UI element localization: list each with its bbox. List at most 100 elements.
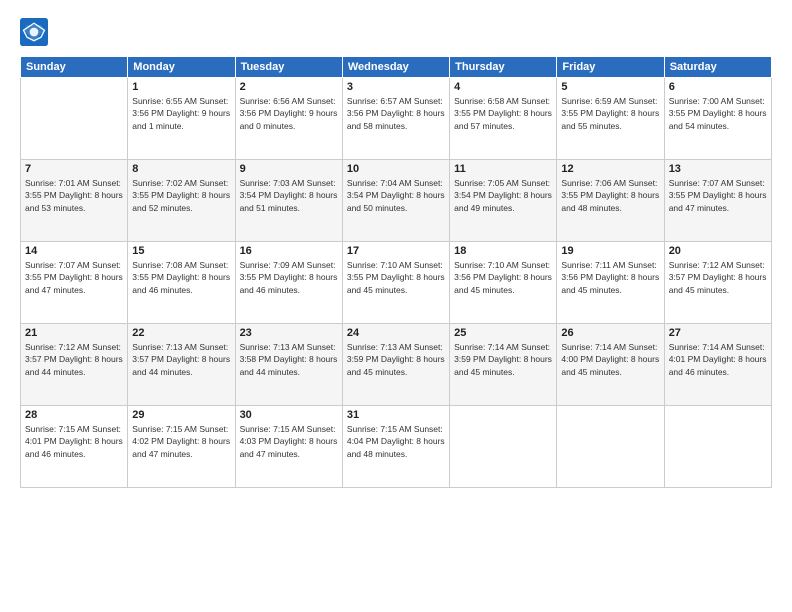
table-row: 4 Sunrise: 6:58 AM Sunset: 3:55 PM Daylig…	[450, 78, 557, 160]
day-info: Sunrise: 7:00 AM Sunset: 3:55 PM Dayligh…	[669, 95, 767, 132]
day-info: Sunrise: 7:02 AM Sunset: 3:55 PM Dayligh…	[132, 177, 230, 214]
day-info: Sunrise: 6:59 AM Sunset: 3:55 PM Dayligh…	[561, 95, 659, 132]
day-info: Sunrise: 7:11 AM Sunset: 3:56 PM Dayligh…	[561, 259, 659, 296]
table-row: 14Sunrise: 7:07 AM Sunset: 3:55 PM Dayli…	[21, 242, 128, 324]
header	[20, 18, 772, 46]
day-info: Sunrise: 7:14 AM Sunset: 4:01 PM Dayligh…	[669, 341, 767, 378]
day-number: 7	[25, 163, 123, 175]
day-info: Sunrise: 7:15 AM Sunset: 4:02 PM Dayligh…	[132, 423, 230, 460]
col-header-sunday: Sunday	[21, 57, 128, 78]
table-row: 9Sunrise: 7:03 AM Sunset: 3:54 PM Daylig…	[235, 160, 342, 242]
day-info: Sunrise: 7:10 AM Sunset: 3:55 PM Dayligh…	[347, 259, 445, 296]
table-row: 11 Sunrise: 7:05 AM Sunset: 3:54 PM Dayli…	[450, 160, 557, 242]
day-info: Sunrise: 6:57 AM Sunset: 3:56 PM Dayligh…	[347, 95, 445, 132]
table-row: 19 Sunrise: 7:11 AM Sunset: 3:56 PM Dayli…	[557, 242, 664, 324]
col-header-thursday: Thursday	[450, 57, 557, 78]
table-row: 31 Sunrise: 7:15 AM Sunset: 4:04 PM Dayli…	[342, 406, 449, 488]
table-row: 23 Sunrise: 7:13 AM Sunset: 3:58 PM Dayli…	[235, 324, 342, 406]
table-row: 15 Sunrise: 7:08 AM Sunset: 3:55 PM Dayli…	[128, 242, 235, 324]
table-row: 12 Sunrise: 7:06 AM Sunset: 3:55 PM Dayli…	[557, 160, 664, 242]
day-info: Sunrise: 7:06 AM Sunset: 3:55 PM Dayligh…	[561, 177, 659, 214]
day-info: Sunrise: 6:58 AM Sunset: 3:55 PM Dayligh…	[454, 95, 552, 132]
day-info: Sunrise: 7:12 AM Sunset: 3:57 PM Dayligh…	[669, 259, 767, 296]
day-info: Sunrise: 7:14 AM Sunset: 4:00 PM Dayligh…	[561, 341, 659, 378]
day-number: 13	[669, 163, 767, 175]
day-number: 23	[240, 327, 338, 339]
day-info: Sunrise: 6:56 AM Sunset: 3:56 PM Dayligh…	[240, 95, 338, 132]
day-number: 11	[454, 163, 552, 175]
day-number: 18	[454, 245, 552, 257]
day-info: Sunrise: 7:15 AM Sunset: 4:03 PM Dayligh…	[240, 423, 338, 460]
calendar-table: SundayMondayTuesdayWednesdayThursdayFrid…	[20, 56, 772, 488]
day-number: 31	[347, 409, 445, 421]
day-number: 24	[347, 327, 445, 339]
logo-icon	[20, 18, 48, 46]
table-row: 24 Sunrise: 7:13 AM Sunset: 3:59 PM Dayli…	[342, 324, 449, 406]
day-number: 15	[132, 245, 230, 257]
table-row: 18 Sunrise: 7:10 AM Sunset: 3:56 PM Dayli…	[450, 242, 557, 324]
table-row: 28Sunrise: 7:15 AM Sunset: 4:01 PM Dayli…	[21, 406, 128, 488]
table-row: 21Sunrise: 7:12 AM Sunset: 3:57 PM Dayli…	[21, 324, 128, 406]
table-row: 2 Sunrise: 6:56 AM Sunset: 3:56 PM Daylig…	[235, 78, 342, 160]
calendar-week-3: 14Sunrise: 7:07 AM Sunset: 3:55 PM Dayli…	[21, 242, 772, 324]
table-row: 26 Sunrise: 7:14 AM Sunset: 4:00 PM Dayli…	[557, 324, 664, 406]
day-number: 22	[132, 327, 230, 339]
day-number: 1	[132, 81, 230, 93]
day-info: Sunrise: 7:13 AM Sunset: 3:59 PM Dayligh…	[347, 341, 445, 378]
day-info: Sunrise: 7:07 AM Sunset: 3:55 PM Dayligh…	[669, 177, 767, 214]
calendar-header-row: SundayMondayTuesdayWednesdayThursdayFrid…	[21, 57, 772, 78]
day-number: 2	[240, 81, 338, 93]
day-info: Sunrise: 7:15 AM Sunset: 4:01 PM Dayligh…	[25, 423, 123, 460]
table-row: 10Sunrise: 7:04 AM Sunset: 3:54 PM Dayli…	[342, 160, 449, 242]
table-row	[664, 406, 771, 488]
day-number: 25	[454, 327, 552, 339]
day-number: 30	[240, 409, 338, 421]
table-row	[21, 78, 128, 160]
table-row: 27Sunrise: 7:14 AM Sunset: 4:01 PM Dayli…	[664, 324, 771, 406]
table-row: 7 Sunrise: 7:01 AM Sunset: 3:55 PM Daylig…	[21, 160, 128, 242]
day-info: Sunrise: 7:14 AM Sunset: 3:59 PM Dayligh…	[454, 341, 552, 378]
page: SundayMondayTuesdayWednesdayThursdayFrid…	[0, 0, 792, 612]
day-number: 26	[561, 327, 659, 339]
table-row: 17 Sunrise: 7:10 AM Sunset: 3:55 PM Dayli…	[342, 242, 449, 324]
day-info: Sunrise: 7:13 AM Sunset: 3:58 PM Dayligh…	[240, 341, 338, 378]
table-row: 16 Sunrise: 7:09 AM Sunset: 3:55 PM Dayli…	[235, 242, 342, 324]
table-row	[557, 406, 664, 488]
col-header-tuesday: Tuesday	[235, 57, 342, 78]
day-number: 6	[669, 81, 767, 93]
day-info: Sunrise: 7:15 AM Sunset: 4:04 PM Dayligh…	[347, 423, 445, 460]
logo	[20, 18, 52, 46]
col-header-saturday: Saturday	[664, 57, 771, 78]
day-info: Sunrise: 7:10 AM Sunset: 3:56 PM Dayligh…	[454, 259, 552, 296]
table-row: 30 Sunrise: 7:15 AM Sunset: 4:03 PM Dayli…	[235, 406, 342, 488]
day-number: 29	[132, 409, 230, 421]
table-row: 3 Sunrise: 6:57 AM Sunset: 3:56 PM Daylig…	[342, 78, 449, 160]
day-number: 17	[347, 245, 445, 257]
day-info: Sunrise: 6:55 AM Sunset: 3:56 PM Dayligh…	[132, 95, 230, 132]
day-info: Sunrise: 7:08 AM Sunset: 3:55 PM Dayligh…	[132, 259, 230, 296]
day-number: 4	[454, 81, 552, 93]
day-info: Sunrise: 7:03 AM Sunset: 3:54 PM Dayligh…	[240, 177, 338, 214]
table-row: 13 Sunrise: 7:07 AM Sunset: 3:55 PM Dayli…	[664, 160, 771, 242]
day-info: Sunrise: 7:09 AM Sunset: 3:55 PM Dayligh…	[240, 259, 338, 296]
table-row: 20Sunrise: 7:12 AM Sunset: 3:57 PM Dayli…	[664, 242, 771, 324]
day-number: 8	[132, 163, 230, 175]
col-header-friday: Friday	[557, 57, 664, 78]
day-info: Sunrise: 7:05 AM Sunset: 3:54 PM Dayligh…	[454, 177, 552, 214]
day-number: 3	[347, 81, 445, 93]
calendar-week-1: 1 Sunrise: 6:55 AM Sunset: 3:56 PM Daylig…	[21, 78, 772, 160]
day-info: Sunrise: 7:04 AM Sunset: 3:54 PM Dayligh…	[347, 177, 445, 214]
day-number: 19	[561, 245, 659, 257]
day-number: 14	[25, 245, 123, 257]
day-info: Sunrise: 7:12 AM Sunset: 3:57 PM Dayligh…	[25, 341, 123, 378]
calendar-week-5: 28Sunrise: 7:15 AM Sunset: 4:01 PM Dayli…	[21, 406, 772, 488]
day-number: 5	[561, 81, 659, 93]
day-number: 12	[561, 163, 659, 175]
day-number: 16	[240, 245, 338, 257]
table-row: 5 Sunrise: 6:59 AM Sunset: 3:55 PM Daylig…	[557, 78, 664, 160]
table-row: 29 Sunrise: 7:15 AM Sunset: 4:02 PM Dayli…	[128, 406, 235, 488]
col-header-monday: Monday	[128, 57, 235, 78]
table-row: 1 Sunrise: 6:55 AM Sunset: 3:56 PM Daylig…	[128, 78, 235, 160]
day-info: Sunrise: 7:01 AM Sunset: 3:55 PM Dayligh…	[25, 177, 123, 214]
table-row: 6 Sunrise: 7:00 AM Sunset: 3:55 PM Daylig…	[664, 78, 771, 160]
